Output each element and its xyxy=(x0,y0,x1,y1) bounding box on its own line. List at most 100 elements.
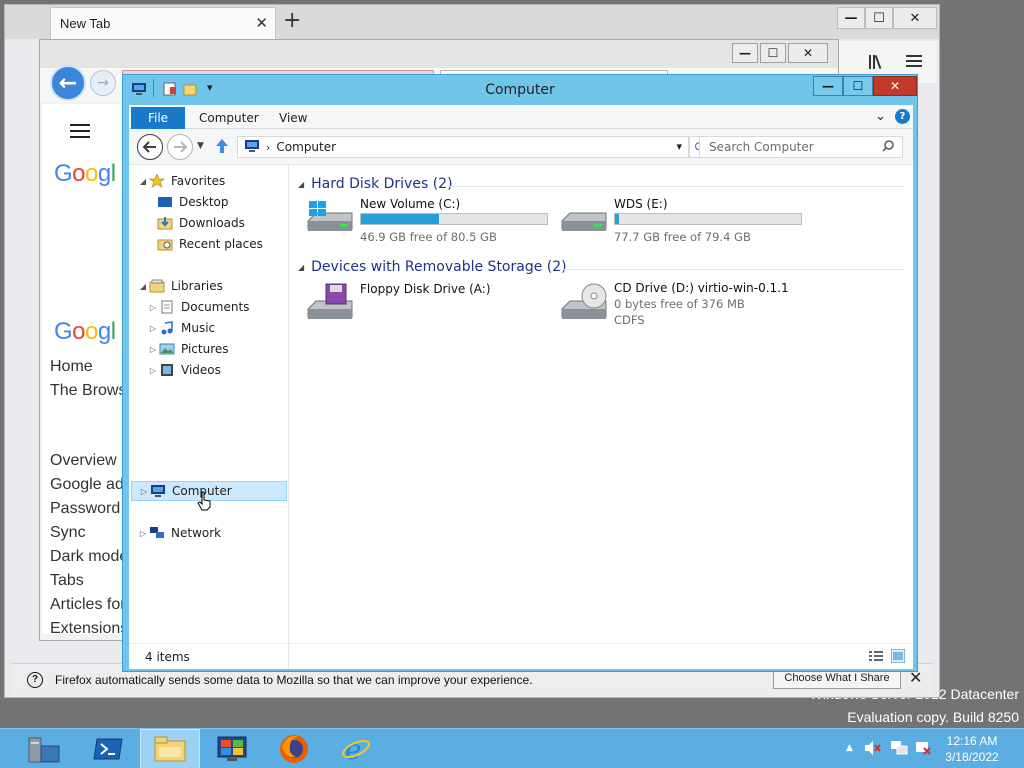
ribbon-computer-tab[interactable]: Computer xyxy=(199,111,259,125)
server-manager-icon[interactable] xyxy=(14,729,74,768)
group-collapse-icon[interactable]: ◢ xyxy=(298,263,304,272)
documents-icon xyxy=(159,300,175,314)
nav-documents[interactable]: ▷ Documents xyxy=(147,297,303,317)
computer-icon xyxy=(150,484,166,498)
explorer-close-button[interactable]: ✕ xyxy=(873,76,917,96)
nav-network-label: Network xyxy=(171,526,222,540)
network-status-icon[interactable] xyxy=(890,740,908,759)
google-logo: Googl xyxy=(54,160,116,187)
drive-free-space: 0 bytes free of 376 MB xyxy=(614,297,745,311)
drive-d[interactable]: CD Drive (D:) virtio-win-0.1.1 0 bytes f… xyxy=(560,281,810,335)
ribbon-view-tab[interactable]: View xyxy=(279,111,307,125)
volume-muted-icon[interactable] xyxy=(864,740,882,759)
page-link-home[interactable]: Home xyxy=(50,358,130,376)
search-icon[interactable] xyxy=(882,140,894,155)
search-input[interactable]: Search Computer xyxy=(699,136,903,158)
page-link-extensions[interactable]: Extensions xyxy=(50,620,130,638)
system-clock[interactable]: 12:16 AM 3/18/2022 xyxy=(936,733,1008,765)
windows-explorer-icon[interactable] xyxy=(202,729,262,768)
libraries-icon xyxy=(149,279,165,293)
firefox-close-button[interactable]: ✕ xyxy=(893,7,937,29)
details-view-icon[interactable] xyxy=(869,650,883,665)
recent-locations-dropdown-icon[interactable]: ▼ xyxy=(197,141,204,151)
firefox-minimize-button[interactable]: — xyxy=(837,7,865,29)
drive-e[interactable]: WDS (E:) 77.7 GB free of 79.4 GB xyxy=(560,197,810,251)
forward-button[interactable] xyxy=(167,134,193,160)
star-icon xyxy=(148,173,166,188)
drive-free-space: 77.7 GB free of 79.4 GB xyxy=(614,230,751,244)
group-title: Devices with Removable Storage (2) xyxy=(311,259,567,275)
drive-name: Floppy Disk Drive (A:) xyxy=(360,282,491,296)
nav-pictures[interactable]: ▷ Pictures xyxy=(147,339,303,359)
videos-icon xyxy=(159,363,175,377)
desktop-icon xyxy=(157,195,173,209)
group-divider xyxy=(448,186,904,187)
internet-explorer-icon[interactable]: e xyxy=(326,729,386,768)
collapsed-arrow-icon[interactable]: ▷ xyxy=(138,487,150,496)
page-link-tabs[interactable]: Tabs xyxy=(50,572,130,590)
expanded-arrow-icon[interactable]: ◢ xyxy=(137,282,149,291)
group-divider xyxy=(560,269,904,270)
breadcrumb-separator-icon[interactable]: › xyxy=(266,141,270,154)
collapsed-arrow-icon[interactable]: ▷ xyxy=(147,366,159,375)
browser-forward-button[interactable]: → xyxy=(90,70,116,96)
nav-libraries-label: Libraries xyxy=(171,279,223,293)
firefox-icon[interactable] xyxy=(264,729,324,768)
collapsed-arrow-icon[interactable]: ▷ xyxy=(147,345,159,354)
drive-c[interactable]: New Volume (C:) 46.9 GB free of 80.5 GB xyxy=(306,197,556,251)
page-link-dark-mode[interactable]: Dark mode xyxy=(50,548,130,566)
group-collapse-icon[interactable]: ◢ xyxy=(298,180,304,189)
ribbon-file-tab[interactable]: File xyxy=(131,107,185,129)
collapsed-arrow-icon[interactable]: ▷ xyxy=(147,324,159,333)
address-dropdown-icon[interactable]: ▾ xyxy=(676,140,682,153)
tab-close-icon[interactable]: ✕ xyxy=(255,14,268,32)
nav-libraries[interactable]: ◢ Libraries xyxy=(137,276,293,296)
status-bar: 4 items xyxy=(129,643,913,669)
collapsed-arrow-icon[interactable]: ▷ xyxy=(137,529,149,538)
page-link-overview[interactable]: Overview xyxy=(50,452,130,470)
explorer-titlebar[interactable]: ▾ Computer — ☐ ✕ xyxy=(123,75,917,105)
expanded-arrow-icon[interactable]: ◢ xyxy=(137,177,149,186)
new-tab-button[interactable]: + xyxy=(283,8,301,33)
action-center-icon[interactable] xyxy=(914,740,932,759)
tiles-view-icon[interactable] xyxy=(890,648,906,666)
page-link-browser[interactable]: The Browser xyxy=(50,382,130,400)
hamburger-menu-icon[interactable] xyxy=(906,53,922,74)
breadcrumb-computer[interactable]: Computer xyxy=(276,140,336,154)
show-hidden-icons-icon[interactable]: ▲ xyxy=(846,743,853,753)
nav-favorites[interactable]: ◢ Favorites xyxy=(137,171,293,191)
group-header-hard-disks[interactable]: ◢ Hard Disk Drives (2) xyxy=(298,176,453,192)
group-header-removable[interactable]: ◢ Devices with Removable Storage (2) xyxy=(298,259,567,275)
inner-minimize-button[interactable]: — xyxy=(732,43,758,63)
page-link-sync[interactable]: Sync xyxy=(50,524,130,542)
browser-back-button[interactable]: ← xyxy=(50,65,86,101)
explorer-minimize-button[interactable]: — xyxy=(813,76,843,96)
drive-a[interactable]: Floppy Disk Drive (A:) xyxy=(306,281,556,335)
nav-videos[interactable]: ▷ Videos xyxy=(147,360,303,380)
back-button[interactable] xyxy=(137,134,163,160)
content-pane: ◢ Hard Disk Drives (2) New Volume (C:) 4… xyxy=(290,165,913,643)
page-link-google-add[interactable]: Google add xyxy=(50,476,130,494)
explorer-title: Computer xyxy=(485,82,555,98)
inner-maximize-button[interactable]: ☐ xyxy=(760,43,786,63)
ribbon-expand-icon[interactable]: ⌄ xyxy=(875,109,886,124)
firefox-tab[interactable]: New Tab ✕ xyxy=(50,7,276,39)
nav-favorites-label: Favorites xyxy=(171,174,226,188)
inner-close-button[interactable]: ✕ xyxy=(788,43,828,63)
page-link-articles[interactable]: Articles for xyxy=(50,596,130,614)
help-icon[interactable]: ? xyxy=(895,109,910,124)
item-count: 4 items xyxy=(145,650,190,664)
collapsed-arrow-icon[interactable]: ▷ xyxy=(147,303,159,312)
page-menu-icon[interactable] xyxy=(70,120,90,145)
nav-network[interactable]: ▷ Network xyxy=(137,523,293,543)
firefox-maximize-button[interactable]: ☐ xyxy=(865,7,893,29)
nav-music[interactable]: ▷ Music xyxy=(147,318,303,338)
up-arrow-icon[interactable] xyxy=(215,138,229,157)
library-icon[interactable] xyxy=(868,53,886,76)
address-bar[interactable]: › Computer ▾ xyxy=(237,136,689,158)
drive-usage-bar xyxy=(360,213,548,225)
powershell-icon[interactable] xyxy=(78,729,138,768)
explorer-maximize-button[interactable]: ☐ xyxy=(843,76,873,96)
file-explorer-icon[interactable] xyxy=(140,729,200,768)
page-link-password[interactable]: Password m xyxy=(50,500,130,518)
